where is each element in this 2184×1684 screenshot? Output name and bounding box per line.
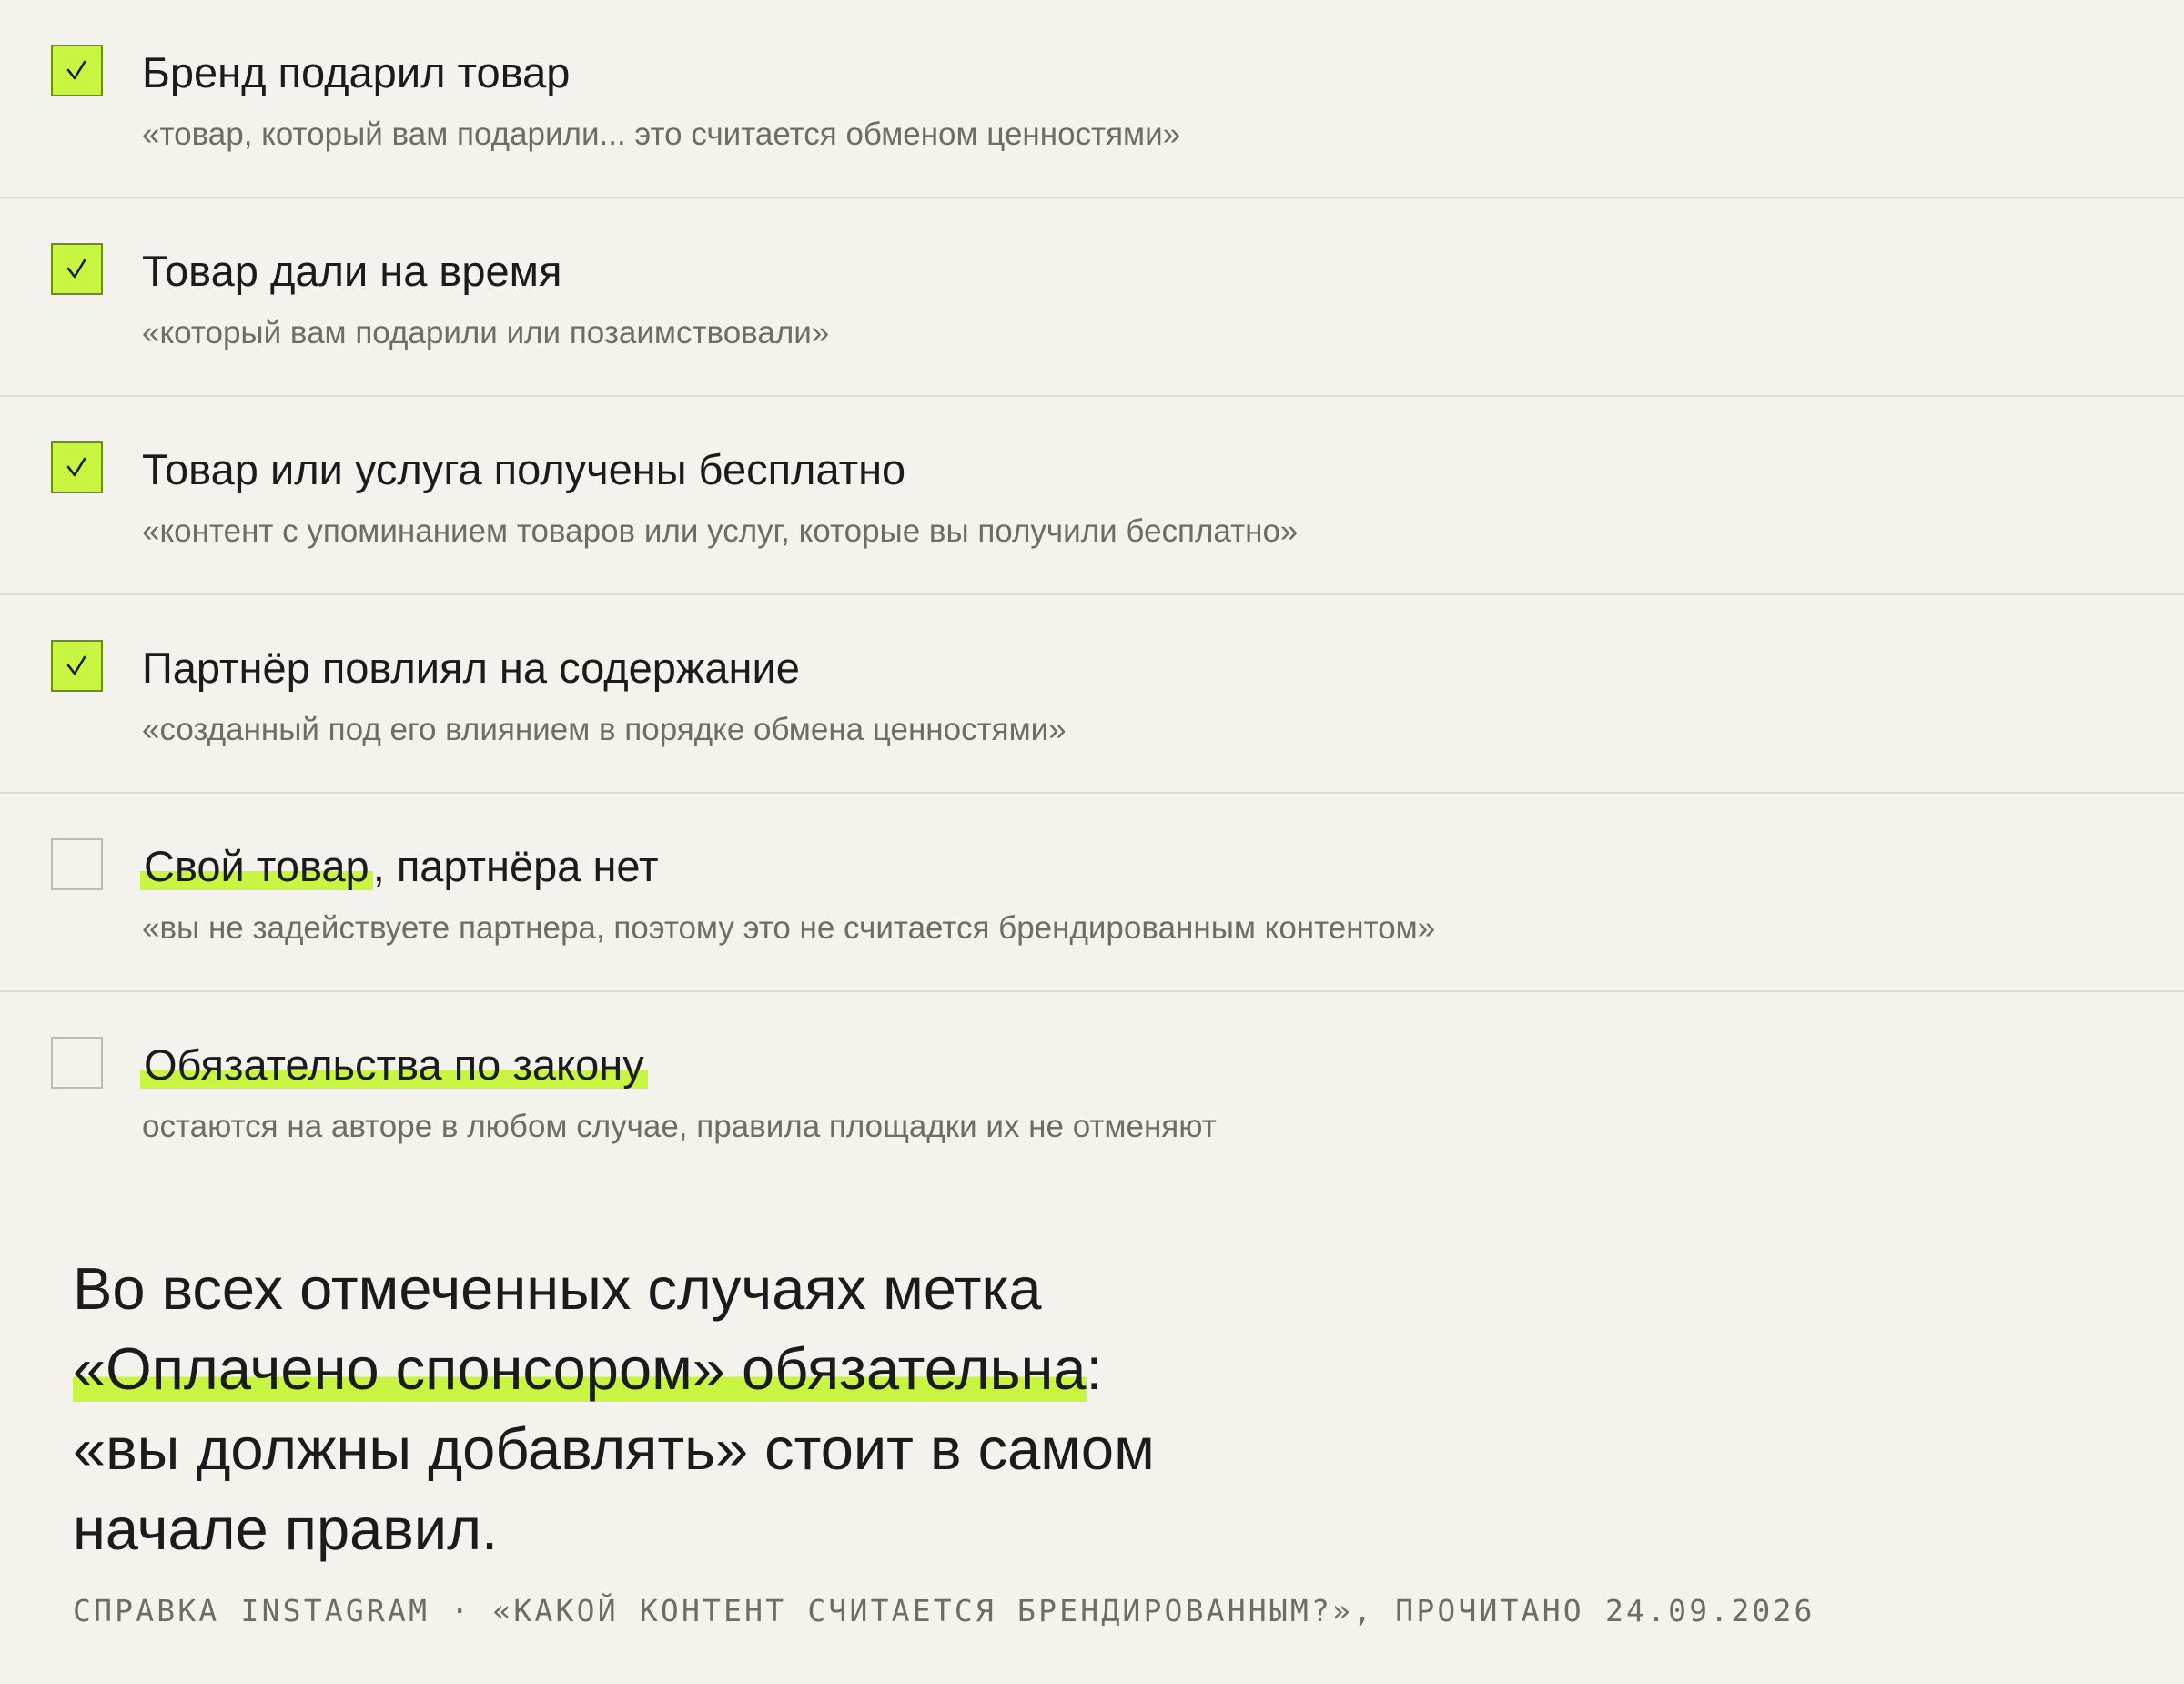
summary-line-4: начале правил. (73, 1496, 499, 1562)
checkbox-checked[interactable] (51, 243, 103, 295)
summary-highlight: «Оплачено спонсором» обязательна (73, 1335, 1087, 1402)
checklist-item-own-product: Свой товар, партнёра нет «вы не задейств… (0, 794, 2184, 992)
item-label: Обязательства по закону (140, 1038, 648, 1092)
item-quote: «созданный под его влиянием в порядке об… (142, 712, 1067, 747)
label-highlight: Обязательства по закону (140, 1040, 648, 1089)
label-highlight: Свой товар (140, 842, 373, 890)
summary-colon: : (1086, 1335, 1103, 1402)
item-label: Партнёр повлиял на содержание (142, 644, 800, 692)
summary-line-3: «вы должны добавлять» стоит в самом (73, 1415, 1155, 1482)
checkbox-unchecked[interactable] (51, 1037, 103, 1089)
checkbox-unchecked[interactable] (51, 838, 103, 890)
checkbox-checked[interactable] (51, 441, 103, 493)
item-label: Бренд подарил товар (142, 48, 571, 96)
checklist-item-loaned-product: Товар дали на время «который вам подарил… (0, 198, 2184, 397)
checklist-item-free-product: Товар или услуга получены бесплатно «кон… (0, 397, 2184, 595)
item-label: Товар дали на время (142, 247, 562, 295)
item-label: Товар или услуга получены бесплатно (142, 445, 906, 493)
item-label: Свой товар, партнёра нет (140, 839, 659, 894)
item-quote: «вы не задействуете партнера, поэтому эт… (142, 910, 1436, 946)
checkmark-icon (66, 259, 86, 279)
checkmark-icon (66, 655, 86, 675)
checklist-item-partner-influence: Партнёр повлиял на содержание «созданный… (0, 595, 2184, 794)
checkmark-icon (66, 457, 86, 477)
item-quote: «товар, который вам подарили... это счит… (142, 117, 1181, 152)
checkbox-checked[interactable] (51, 640, 103, 692)
item-quote: «контент с упоминанием товаров или услуг… (142, 513, 1299, 549)
label-rest: , партнёра нет (372, 842, 659, 890)
checklist-item-brand-gift: Бренд подарил товар «товар, который вам … (0, 0, 2184, 198)
summary-statement: Во всех отмеченных случаях метка «Оплаче… (73, 1249, 1711, 1569)
checklist-item-legal-obligations: Обязательства по закону остаются на авто… (0, 992, 2184, 1191)
checkmark-icon (66, 60, 86, 80)
source-caption: СПРАВКА INSTAGRAM · «КАКОЙ КОНТЕНТ СЧИТА… (73, 1593, 1815, 1628)
checklist: Бренд подарил товар «товар, который вам … (0, 0, 2184, 1191)
checkbox-checked[interactable] (51, 45, 103, 96)
item-quote: остаются на авторе в любом случае, прави… (142, 1109, 1217, 1144)
item-quote: «который вам подарили или позаимствовали… (142, 315, 830, 350)
summary-line-1: Во всех отмеченных случаях метка (73, 1255, 1042, 1322)
